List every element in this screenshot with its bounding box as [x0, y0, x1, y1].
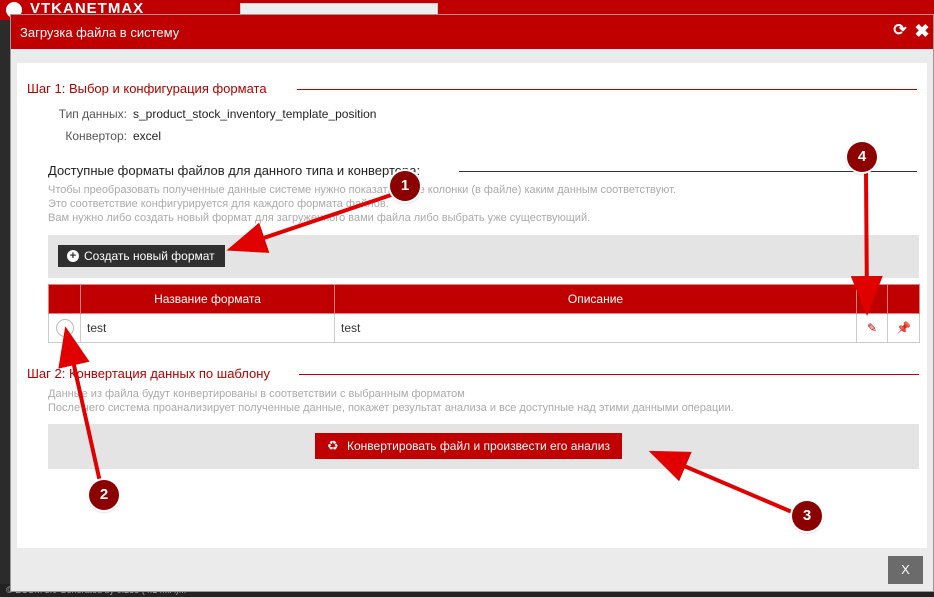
arrow-2 [58, 326, 102, 483]
arrow-4 [850, 171, 883, 316]
arrow-3 [648, 450, 793, 514]
callout-1: 1 [390, 171, 420, 201]
arrow-1 [226, 192, 395, 253]
callout-4: 4 [847, 142, 877, 172]
callout-3: 3 [792, 501, 822, 531]
callout-2: 2 [89, 480, 119, 510]
